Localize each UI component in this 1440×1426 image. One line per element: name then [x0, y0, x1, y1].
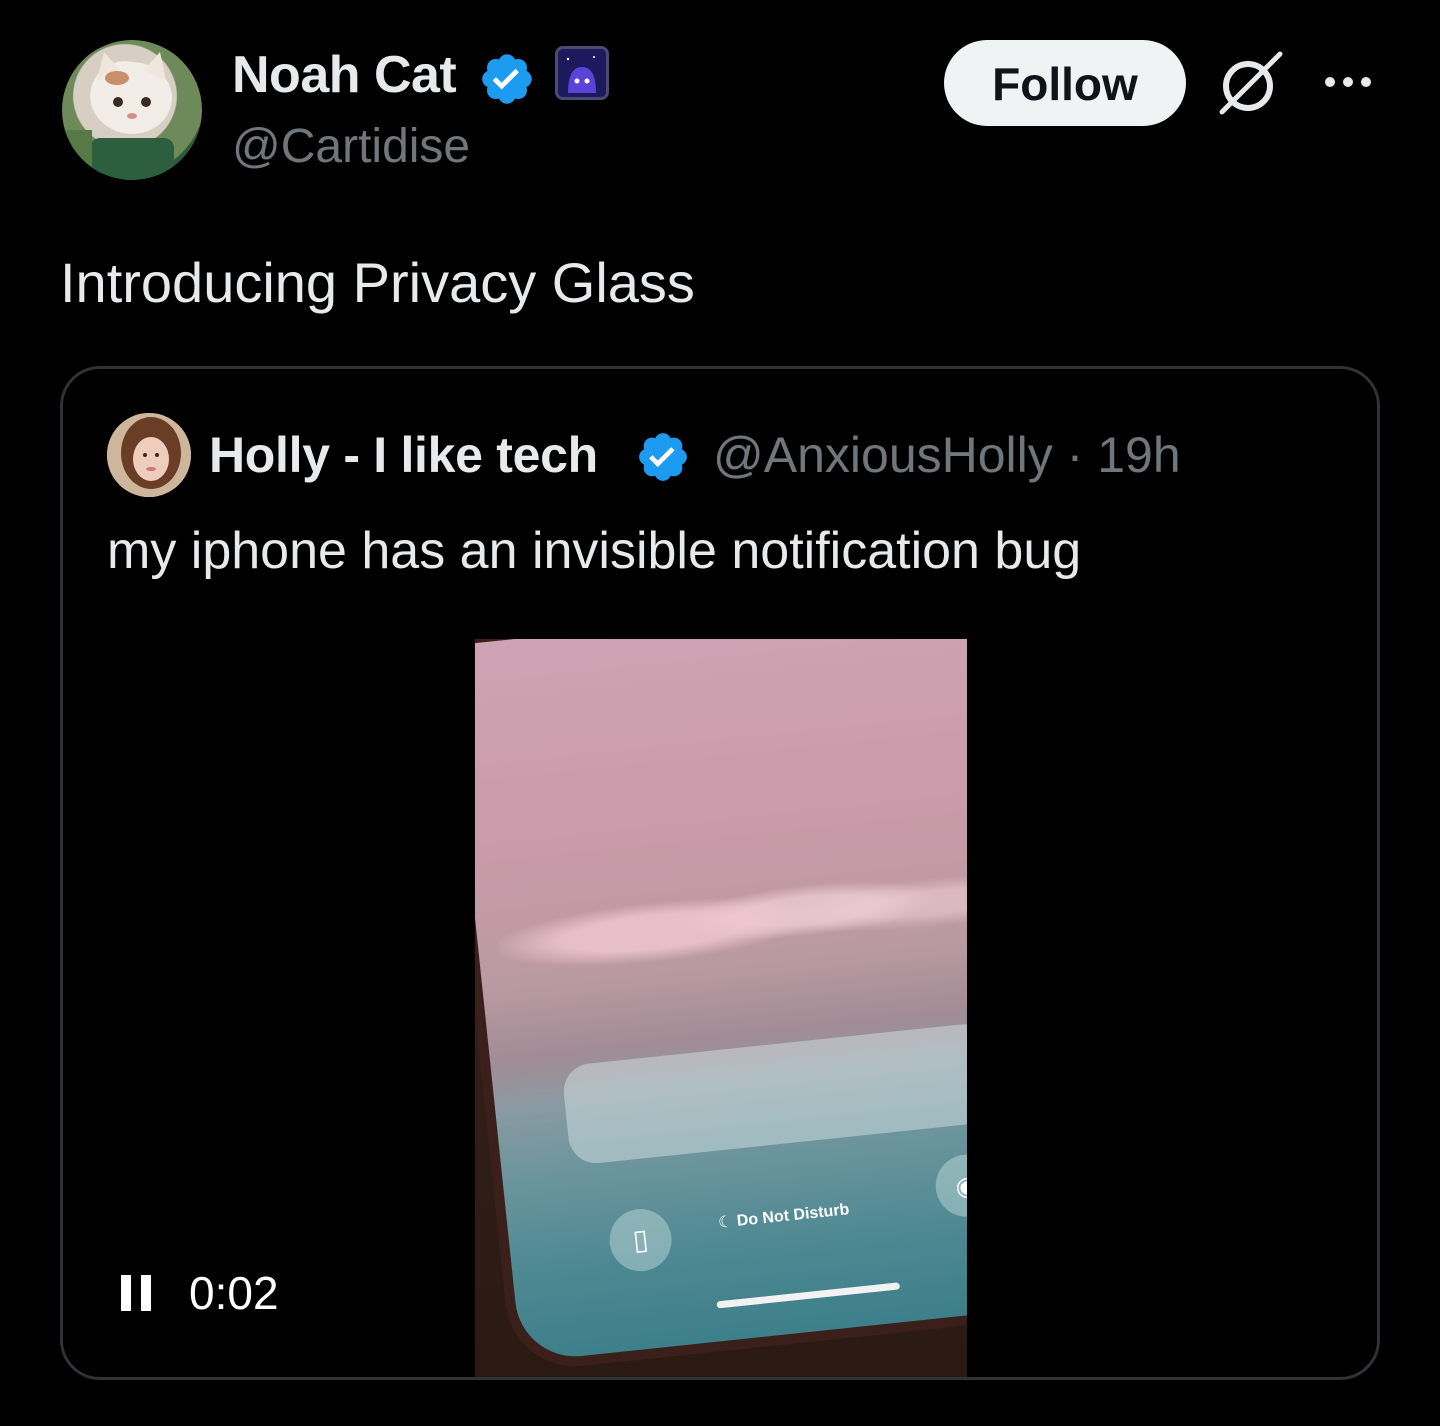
quoted-handle-and-time[interactable]: @AnxiousHolly · 19h: [713, 425, 1181, 485]
quoted-tweet-text: my iphone has an invisible notification …: [107, 522, 1082, 580]
tweet-text: Introducing Privacy Glass: [60, 251, 695, 314]
home-indicator: [716, 1282, 901, 1309]
invisible-notification: [560, 1021, 967, 1166]
author-handle[interactable]: @Cartidise: [232, 118, 470, 176]
verified-badge-icon[interactable]: [478, 50, 536, 108]
cat-avatar-image: [62, 52, 174, 180]
do-not-disturb-indicator: ☾ Do Not Disturb: [717, 1199, 850, 1233]
verified-badge-icon[interactable]: [635, 429, 691, 485]
quoted-avatar-image: [107, 413, 191, 497]
phone-lock-screen: ▯ ☾ Do Not Disturb ◉: [475, 639, 967, 1363]
more-icon[interactable]: [1322, 66, 1374, 98]
pause-icon[interactable]: [121, 1275, 155, 1311]
video-timestamp: 0:02: [189, 1267, 279, 1319]
affiliate-badge-icon[interactable]: [555, 46, 609, 100]
quoted-display-name[interactable]: Holly - I like tech: [209, 425, 598, 485]
follow-button[interactable]: Follow: [944, 40, 1186, 126]
quoted-tweet-card[interactable]: Holly - I like tech @AnxiousHolly · 19h …: [60, 366, 1380, 1380]
video-controls: 0:02: [121, 1263, 279, 1323]
flashlight-icon: ▯: [606, 1206, 675, 1275]
moon-icon: ☾: [717, 1213, 734, 1232]
quoted-author-avatar[interactable]: [107, 413, 191, 497]
do-not-disturb-label: Do Not Disturb: [736, 1201, 851, 1230]
camera-icon: ◉: [932, 1151, 967, 1220]
video-player[interactable]: ▯ ☾ Do Not Disturb ◉: [475, 639, 967, 1377]
author-avatar[interactable]: [62, 40, 202, 180]
grok-icon[interactable]: [1214, 48, 1286, 120]
wallpaper-clouds: [491, 828, 967, 993]
affiliate-badge-image: [558, 49, 606, 97]
author-display-name[interactable]: Noah Cat: [232, 44, 457, 106]
